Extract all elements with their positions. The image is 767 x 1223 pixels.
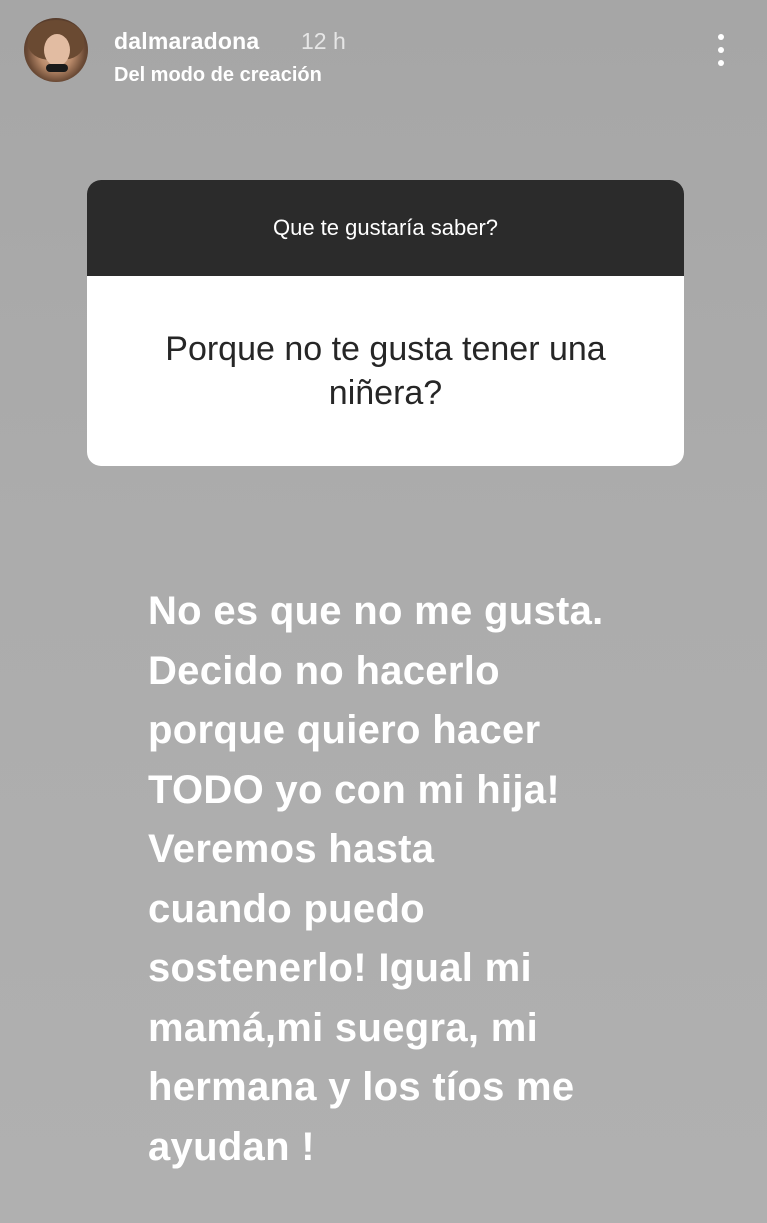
story-source-label: Del modo de creación [114, 64, 322, 86]
question-answer: Porque no te gusta tener una niñera? [165, 330, 606, 412]
question-sticker[interactable]: Que te gustaría saber? Porque no te gust… [87, 180, 684, 466]
reply-text: No es que no me gusta. Decido no hacerlo… [148, 589, 604, 1169]
story-header: dalmaradona 12 h Del modo de creación [24, 18, 744, 88]
username[interactable]: dalmaradona [114, 28, 259, 55]
question-answer-area: Porque no te gusta tener una niñera? [87, 276, 684, 466]
story-viewer[interactable]: dalmaradona 12 h Del modo de creación Qu… [0, 0, 767, 1223]
question-prompt: Que te gustaría saber? [87, 180, 684, 276]
dot [718, 47, 724, 53]
dot [718, 34, 724, 40]
avatar-collar [46, 64, 68, 72]
post-time: 12 h [301, 28, 346, 54]
avatar[interactable] [24, 18, 88, 82]
more-options-icon[interactable] [712, 32, 730, 68]
dot [718, 60, 724, 66]
avatar-face [44, 34, 70, 66]
